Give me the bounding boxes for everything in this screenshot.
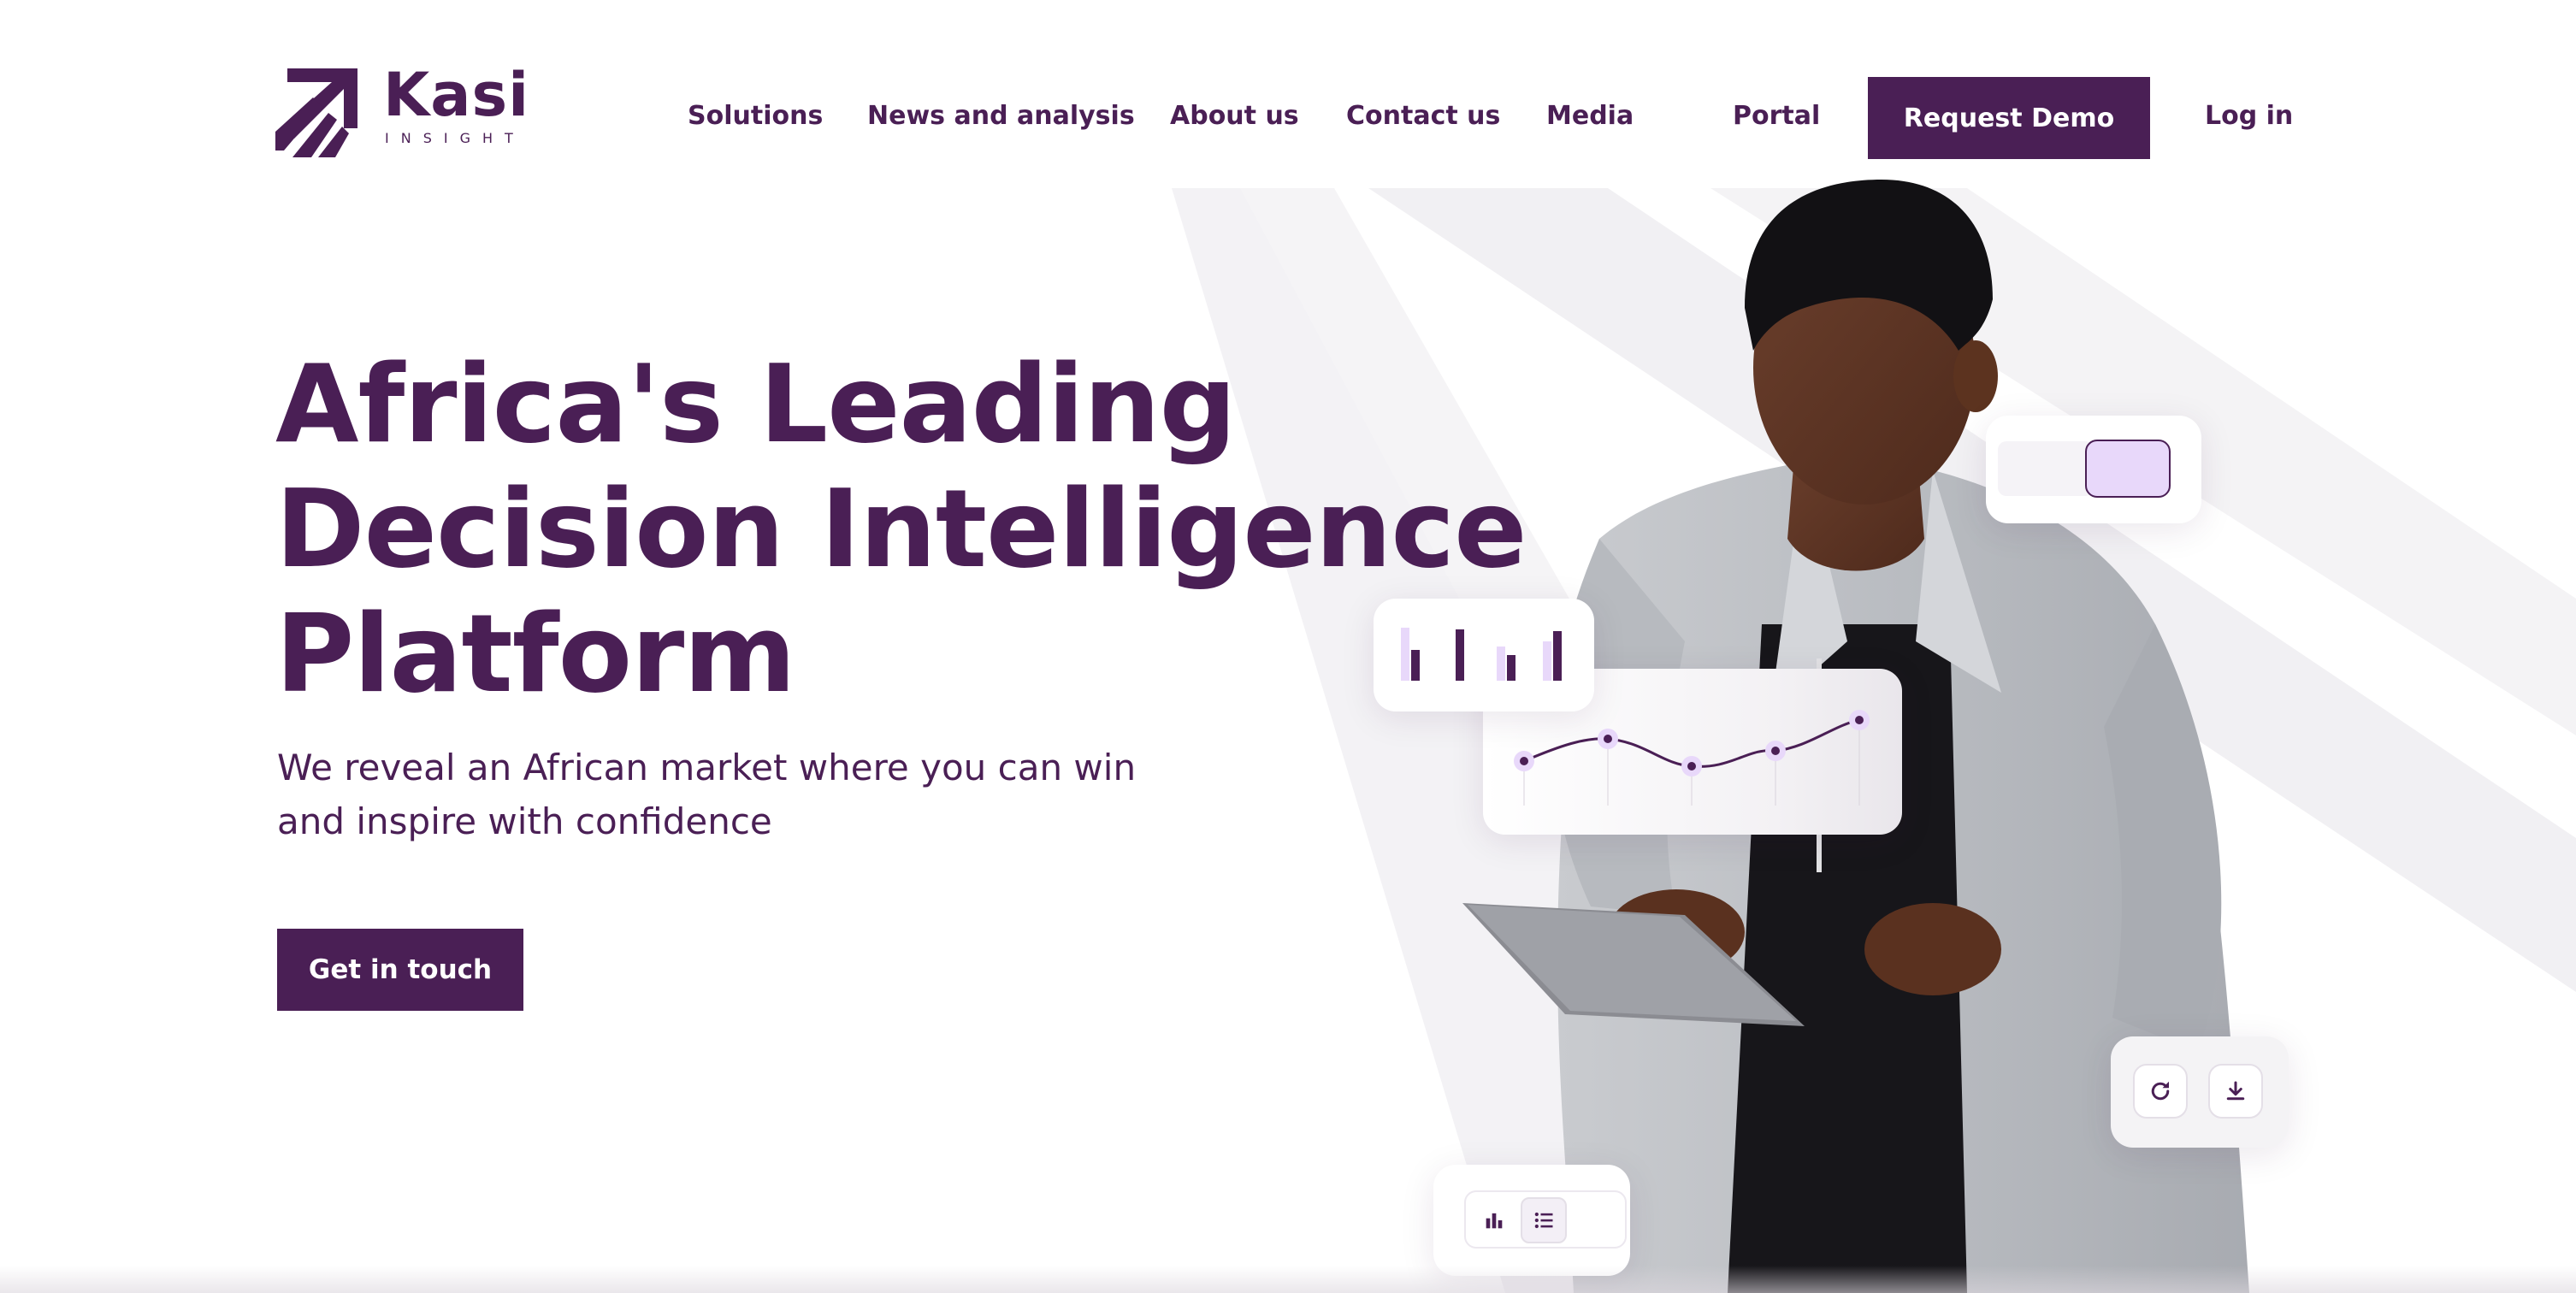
- toggle-option-active[interactable]: [2085, 440, 2171, 498]
- download-button[interactable]: [2208, 1064, 2263, 1119]
- view-switch-group: [1464, 1190, 1627, 1249]
- chart-view-button[interactable]: [1471, 1197, 1517, 1243]
- view-switch-card: [1433, 1165, 1630, 1276]
- login-link[interactable]: Log in: [2205, 101, 2293, 132]
- request-demo-button[interactable]: Request Demo: [1868, 77, 2150, 159]
- refresh-button[interactable]: [2133, 1064, 2188, 1119]
- hero-subtitle-line-2: and inspire with confidence: [277, 800, 772, 842]
- refresh-icon: [2151, 1081, 2170, 1101]
- bar-chart-icon: [1486, 1213, 1503, 1229]
- toggle-option-inactive[interactable]: [1998, 441, 2094, 496]
- nav-media[interactable]: Media: [1546, 101, 1634, 132]
- site-header: Kasi INSIGHT Solutions News and analysis…: [0, 0, 2576, 188]
- mini-bar-chart-graphic: [1401, 628, 1562, 681]
- nav-contact-us[interactable]: Contact us: [1346, 101, 1500, 132]
- hero-title: Africa's Leading Decision Intelligence P…: [275, 342, 1558, 717]
- hero-title-line-2: Decision Intelligence: [275, 466, 1527, 592]
- hero-title-line-3: Platform: [275, 591, 796, 717]
- hero-title-line-1: Africa's Leading: [275, 341, 1237, 467]
- get-in-touch-button[interactable]: Get in touch: [277, 929, 523, 1011]
- main-nav: Solutions News and analysis About us Con…: [0, 77, 2576, 159]
- hero-subtitle-line-1: We reveal an African market where you ca…: [277, 747, 1137, 788]
- nav-portal[interactable]: Portal: [1733, 101, 1820, 132]
- page-bottom-fade: [0, 1266, 2576, 1293]
- bar-chart-card: [1374, 599, 1594, 711]
- nav-solutions[interactable]: Solutions: [688, 101, 823, 132]
- hero-subtitle: We reveal an African market where you ca…: [277, 741, 1218, 848]
- toggle-card: [1986, 416, 2201, 523]
- actions-card: [2111, 1036, 2289, 1148]
- list-view-button[interactable]: [1521, 1197, 1567, 1243]
- nav-news-and-analysis[interactable]: News and analysis: [867, 101, 1135, 132]
- list-icon: [1534, 1212, 1553, 1229]
- download-icon: [2226, 1081, 2245, 1101]
- nav-about-us[interactable]: About us: [1170, 101, 1299, 132]
